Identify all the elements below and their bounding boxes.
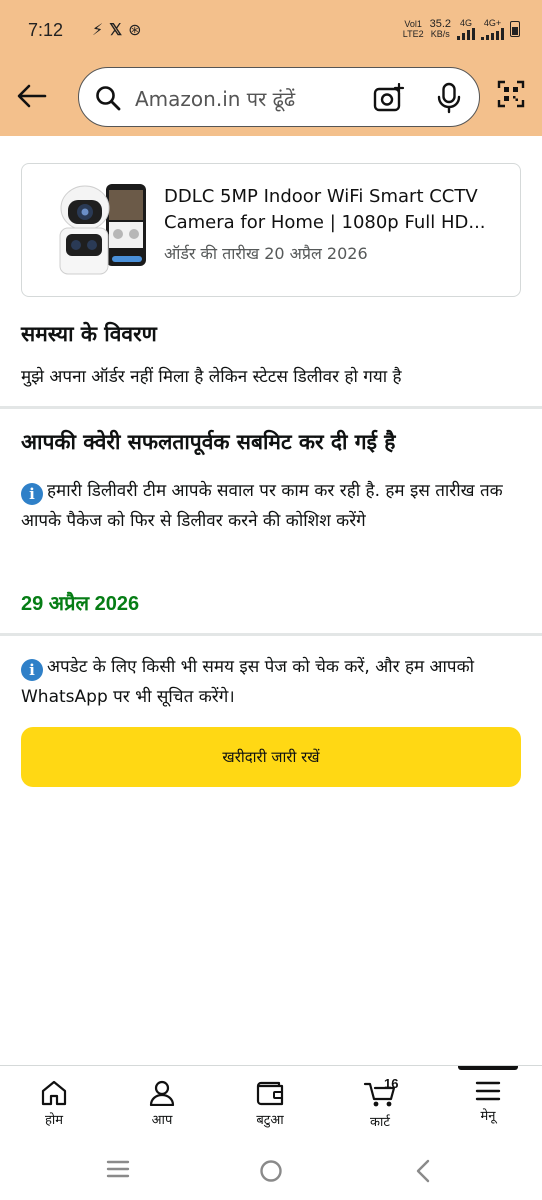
notification-icons: ⚡ 𝕏 ⊛: [92, 20, 142, 40]
redelivery-date: 29 अप्रैल 2026: [21, 593, 140, 615]
sim2-signal: 4G+: [481, 18, 504, 40]
network-speed: 35.2 KB/s: [429, 18, 451, 40]
qr-scanner-icon[interactable]: [497, 80, 525, 108]
section-divider: [0, 633, 542, 636]
order-card[interactable]: DDLC 5MP Indoor WiFi Smart CCTV Camera f…: [21, 163, 521, 297]
info-icon: i: [21, 659, 43, 681]
network-info: Vol1 LTE2 35.2 KB/s 4G 4G+: [403, 18, 520, 40]
signal-bars-icon: [457, 28, 475, 40]
nav-item-you[interactable]: आप: [122, 1080, 202, 1128]
x-icon: 𝕏: [109, 22, 123, 39]
home-icon: [41, 1080, 67, 1106]
redelivery-info: i हमारी डिलीवरी टीम आपके सवाल पर काम कर र…: [21, 476, 521, 536]
home-circle-icon[interactable]: [259, 1159, 283, 1183]
nav-label-wallet: बटुआ: [256, 1113, 284, 1128]
nav-item-home[interactable]: होम: [14, 1080, 94, 1128]
wallet-icon: [256, 1081, 284, 1106]
status-bar: 7:12 ⚡ 𝕏 ⊛ Vol1 LTE2 35.2 KB/s 4G 4G+: [0, 0, 542, 62]
redelivery-info-text: हमारी डिलीवरी टीम आपके सवाल पर काम कर रह…: [21, 481, 503, 531]
search-icon: [96, 86, 121, 111]
issue-description: मुझे अपना ऑर्डर नहीं मिला है लेकिन स्टेट…: [21, 367, 402, 387]
sim1-signal: 4G: [457, 18, 475, 40]
continue-shopping-button[interactable]: खरीदारी जारी रखें: [21, 727, 521, 787]
volte-indicator: Vol1 LTE2: [402, 19, 424, 39]
nav-label-menu: मेनू: [480, 1109, 496, 1124]
search-input[interactable]: Amazon.in पर ढूंढें: [78, 67, 480, 127]
recents-icon[interactable]: [106, 1159, 130, 1179]
menu-icon: [475, 1081, 501, 1101]
info-icon: i: [21, 483, 43, 505]
cart-count-badge: 16: [384, 1076, 399, 1091]
flash-icon: ⚡: [92, 20, 104, 39]
signal-bars-icon: [481, 28, 504, 40]
search-placeholder: Amazon.in पर ढूंढें: [135, 87, 296, 111]
product-image: [59, 184, 146, 275]
microphone-icon[interactable]: [437, 82, 461, 114]
battery-icon: [510, 21, 520, 37]
back-chevron-icon[interactable]: [415, 1159, 431, 1183]
product-title: DDLC 5MP Indoor WiFi Smart CCTV Camera f…: [164, 186, 486, 233]
status-time: 7:12: [28, 20, 64, 40]
nav-label-cart: कार्ट: [370, 1115, 390, 1130]
order-date: ऑर्डर की तारीख 20 अप्रैल 2026: [164, 244, 368, 263]
update-info-text: अपडेट के लिए किसी भी समय इस पेज को चेक क…: [21, 657, 475, 707]
bottom-nav: होम आप बटुआ 16 कार्ट मेनू: [0, 1065, 542, 1141]
nav-item-wallet[interactable]: बटुआ: [230, 1080, 310, 1128]
data-saver-icon: ⊛: [128, 20, 142, 39]
nav-item-menu[interactable]: मेनू: [448, 1080, 528, 1124]
system-nav-bar: [0, 1141, 542, 1200]
header: 7:12 ⚡ 𝕏 ⊛ Vol1 LTE2 35.2 KB/s 4G 4G+ Am…: [0, 0, 542, 136]
nav-item-cart[interactable]: 16 कार्ट: [340, 1076, 420, 1130]
issue-heading: समस्या के विवरण: [21, 322, 157, 346]
camera-lens-icon[interactable]: [373, 83, 405, 113]
back-arrow-icon: [17, 84, 47, 108]
active-nav-indicator: [458, 1066, 518, 1070]
update-info: i अपडेट के लिए किसी भी समय इस पेज को चेक …: [21, 652, 521, 712]
nav-label-you: आप: [151, 1113, 173, 1128]
section-divider: [0, 406, 542, 409]
back-button[interactable]: [14, 78, 50, 114]
person-icon: [149, 1080, 175, 1106]
nav-label-home: होम: [44, 1113, 64, 1128]
confirmation-heading: आपकी क्वेरी सफलतापूर्वक सबमिट कर दी गई ह…: [21, 430, 396, 454]
